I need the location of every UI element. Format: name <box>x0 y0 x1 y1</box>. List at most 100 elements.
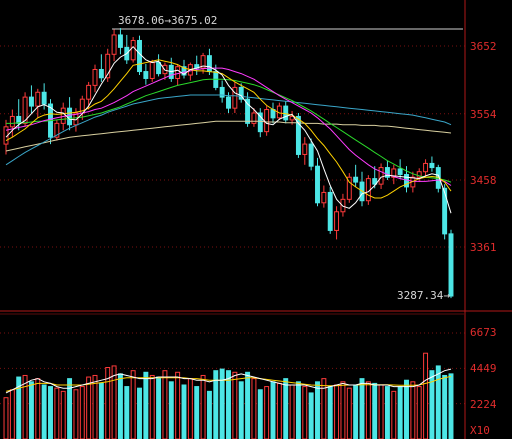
candle-up <box>251 112 257 124</box>
volume-bar-down <box>353 384 359 439</box>
volume-bar-up <box>232 371 238 439</box>
volume-bar-down <box>48 386 53 439</box>
volume-tick-2224: 2224 <box>470 398 497 411</box>
volume-bar-up <box>3 397 9 439</box>
volume-bar-down <box>41 384 47 439</box>
volume-bar-down <box>283 378 289 439</box>
volume-bar-up <box>365 381 371 439</box>
candle-up <box>264 109 270 133</box>
volume-unit-label: X10 <box>470 424 490 437</box>
volume-bar-up <box>35 378 41 439</box>
candle-up <box>149 62 155 79</box>
candle-down <box>206 55 212 73</box>
candle-up <box>334 211 340 231</box>
candle-down <box>28 96 34 107</box>
volume-bar-down <box>315 381 320 439</box>
volume-bar-up <box>187 378 193 439</box>
candle-up <box>378 167 384 185</box>
volume-bar-down <box>238 381 244 439</box>
low-price-annotation: 3287.34→ <box>397 289 450 302</box>
candle-down <box>98 68 104 79</box>
volume-bar-down <box>448 373 454 439</box>
price-tick-3361: 3361 <box>470 241 497 254</box>
volume-bar-up <box>416 386 422 439</box>
volume-tick-4449: 4449 <box>470 362 497 375</box>
volume-bar-up <box>54 387 60 439</box>
volume-bar-up <box>391 390 397 439</box>
volume-bar-up <box>289 384 295 439</box>
candle-down <box>442 187 448 235</box>
price-tick-3554: 3554 <box>470 108 497 121</box>
volume-bar-up <box>378 384 384 439</box>
price-tick-3652: 3652 <box>470 40 497 53</box>
volume-bar-up <box>410 381 416 439</box>
candle-up <box>86 84 92 100</box>
volume-bar-up <box>264 386 270 439</box>
candle-down <box>283 105 289 121</box>
volume-bar-down <box>137 387 142 439</box>
volume-bar-up <box>346 387 352 439</box>
volume-bar-down <box>404 379 409 439</box>
candle-up <box>9 115 15 128</box>
volume-bar-down <box>124 386 130 439</box>
volume-bar-down <box>397 386 403 439</box>
volume-bar-up <box>251 378 257 439</box>
candle-down <box>143 71 149 79</box>
candle-up <box>321 191 327 204</box>
volume-bar-down <box>327 386 333 439</box>
volume-bar-up <box>22 374 28 439</box>
high-price-annotation: 3678.06→3675.02 <box>118 14 217 27</box>
volume-bar-up <box>86 376 92 439</box>
volume-bar-up <box>92 374 98 439</box>
volume-bar-down <box>245 371 251 439</box>
volume-bar-down <box>372 382 378 439</box>
volume-bar-down <box>270 381 276 439</box>
candle-down <box>219 86 225 98</box>
volume-bar-up <box>423 352 429 439</box>
candle-down <box>448 233 454 297</box>
candle-down <box>308 143 314 167</box>
volume-bar-up <box>340 381 346 439</box>
candle-up <box>302 143 308 155</box>
volume-tick-6673: 6673 <box>470 326 497 339</box>
candle-down <box>41 91 47 105</box>
volume-bar-up <box>162 370 168 439</box>
candle-up <box>92 68 98 86</box>
candle-up <box>35 91 41 107</box>
volume-bar-down <box>384 386 390 439</box>
volume-bar-up <box>111 365 117 439</box>
volume-bar-up <box>200 374 206 439</box>
candle-down <box>226 96 231 109</box>
volume-bar-down <box>226 370 231 439</box>
chart-background <box>0 0 512 439</box>
volume-bar-up <box>302 386 308 439</box>
candle-down <box>327 191 333 231</box>
volume-bar-up <box>79 386 85 439</box>
candle-down <box>156 62 162 75</box>
volume-bar-down <box>143 371 149 439</box>
volume-bar-up <box>9 389 15 439</box>
volume-bar-down <box>206 390 212 439</box>
candle-down <box>353 176 359 183</box>
price-tick-3458: 3458 <box>470 174 497 187</box>
candle-up <box>175 66 181 79</box>
volume-bar-down <box>98 382 104 439</box>
volume-bar-up <box>334 384 340 439</box>
volume-bar-down <box>181 384 187 439</box>
volume-bar-up <box>130 370 136 439</box>
candle-down <box>117 34 123 48</box>
kline-chart: 3652 3554 3458 3361 6673 4449 2224 X10 3… <box>0 0 512 439</box>
volume-bar-down <box>117 373 123 439</box>
volume-bar-down <box>168 381 174 439</box>
volume-bar-down <box>194 386 200 439</box>
volume-bar-up <box>149 374 155 439</box>
volume-bar-down <box>156 376 162 439</box>
candle-down <box>429 162 435 169</box>
volume-bar-down <box>359 378 365 439</box>
candle-down <box>67 107 73 126</box>
volume-bar-up <box>276 382 282 439</box>
candle-down <box>137 39 142 73</box>
candle-up <box>365 178 371 202</box>
volume-bar-down <box>28 381 34 439</box>
candle-up <box>423 162 429 173</box>
